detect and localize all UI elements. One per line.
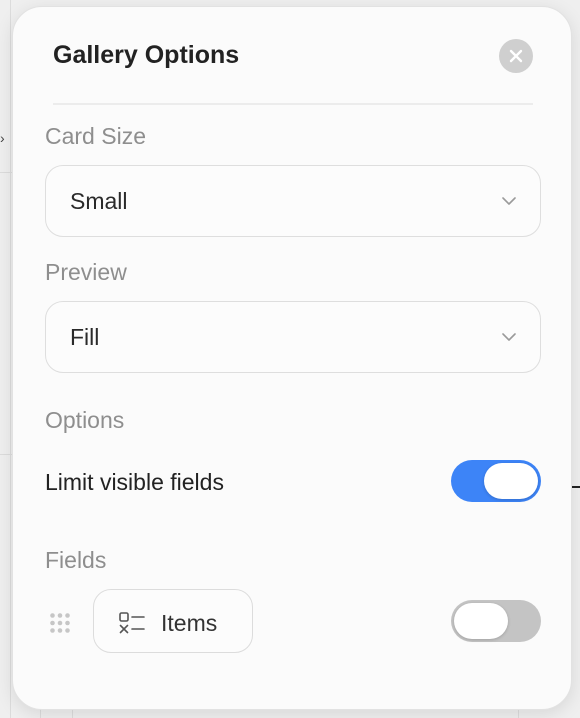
preview-value: Fill bbox=[70, 324, 100, 350]
background-divider bbox=[0, 454, 12, 455]
close-icon bbox=[509, 49, 523, 63]
field-items-visibility-toggle[interactable] bbox=[451, 600, 541, 642]
card-size-label: Card Size bbox=[45, 123, 146, 149]
drag-handle-icon[interactable] bbox=[49, 612, 71, 634]
card-size-value: Small bbox=[70, 188, 128, 214]
field-chip-label: Items bbox=[161, 610, 218, 636]
limit-visible-fields-toggle[interactable] bbox=[451, 460, 541, 502]
fields-label: Fields bbox=[45, 547, 107, 573]
card-size-select[interactable]: Small bbox=[45, 165, 541, 237]
options-label: Options bbox=[45, 407, 125, 433]
title-divider bbox=[53, 103, 533, 105]
chevron-down-icon bbox=[502, 197, 516, 205]
toggle-knob bbox=[454, 603, 508, 639]
limit-visible-fields-label: Limit visible fields bbox=[45, 469, 224, 495]
panel-title: Gallery Options bbox=[53, 41, 240, 69]
toggle-knob bbox=[484, 463, 538, 499]
preview-select[interactable]: Fill bbox=[45, 301, 541, 373]
field-chip-items[interactable]: Items bbox=[93, 589, 253, 653]
preview-label: Preview bbox=[45, 259, 127, 285]
background-divider bbox=[10, 0, 11, 718]
close-button[interactable] bbox=[499, 39, 533, 73]
background-divider bbox=[0, 172, 12, 173]
checklist-icon bbox=[119, 612, 145, 634]
gallery-options-panel: Gallery Options Card Size Small Preview … bbox=[12, 6, 572, 710]
chevron-down-icon bbox=[502, 333, 516, 341]
